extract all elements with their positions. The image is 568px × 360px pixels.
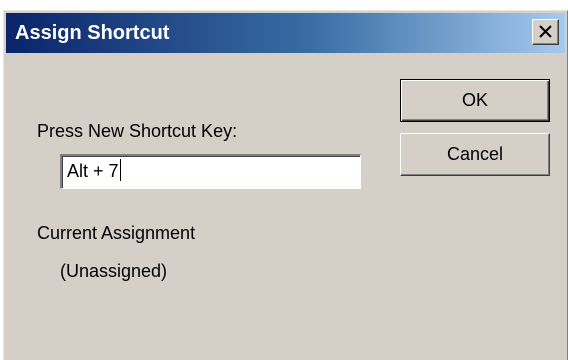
press-shortcut-label: Press New Shortcut Key: <box>37 121 238 141</box>
close-button[interactable] <box>532 19 559 45</box>
title-bar[interactable]: Assign Shortcut <box>6 13 565 53</box>
cancel-button[interactable]: Cancel <box>400 133 550 176</box>
assign-shortcut-dialog: Assign Shortcut Press New Shortcut Key: … <box>3 10 568 360</box>
dialog-title: Assign Shortcut <box>15 22 170 44</box>
shortcut-key-input[interactable]: Alt + 7 <box>60 154 361 189</box>
ok-button[interactable]: OK <box>400 79 550 122</box>
current-assignment-label: Current Assignment <box>37 223 196 243</box>
text-caret <box>119 159 121 181</box>
close-icon <box>539 25 552 38</box>
current-assignment-value: (Unassigned) <box>60 261 168 281</box>
shortcut-key-value: Alt + 7 <box>67 161 119 181</box>
